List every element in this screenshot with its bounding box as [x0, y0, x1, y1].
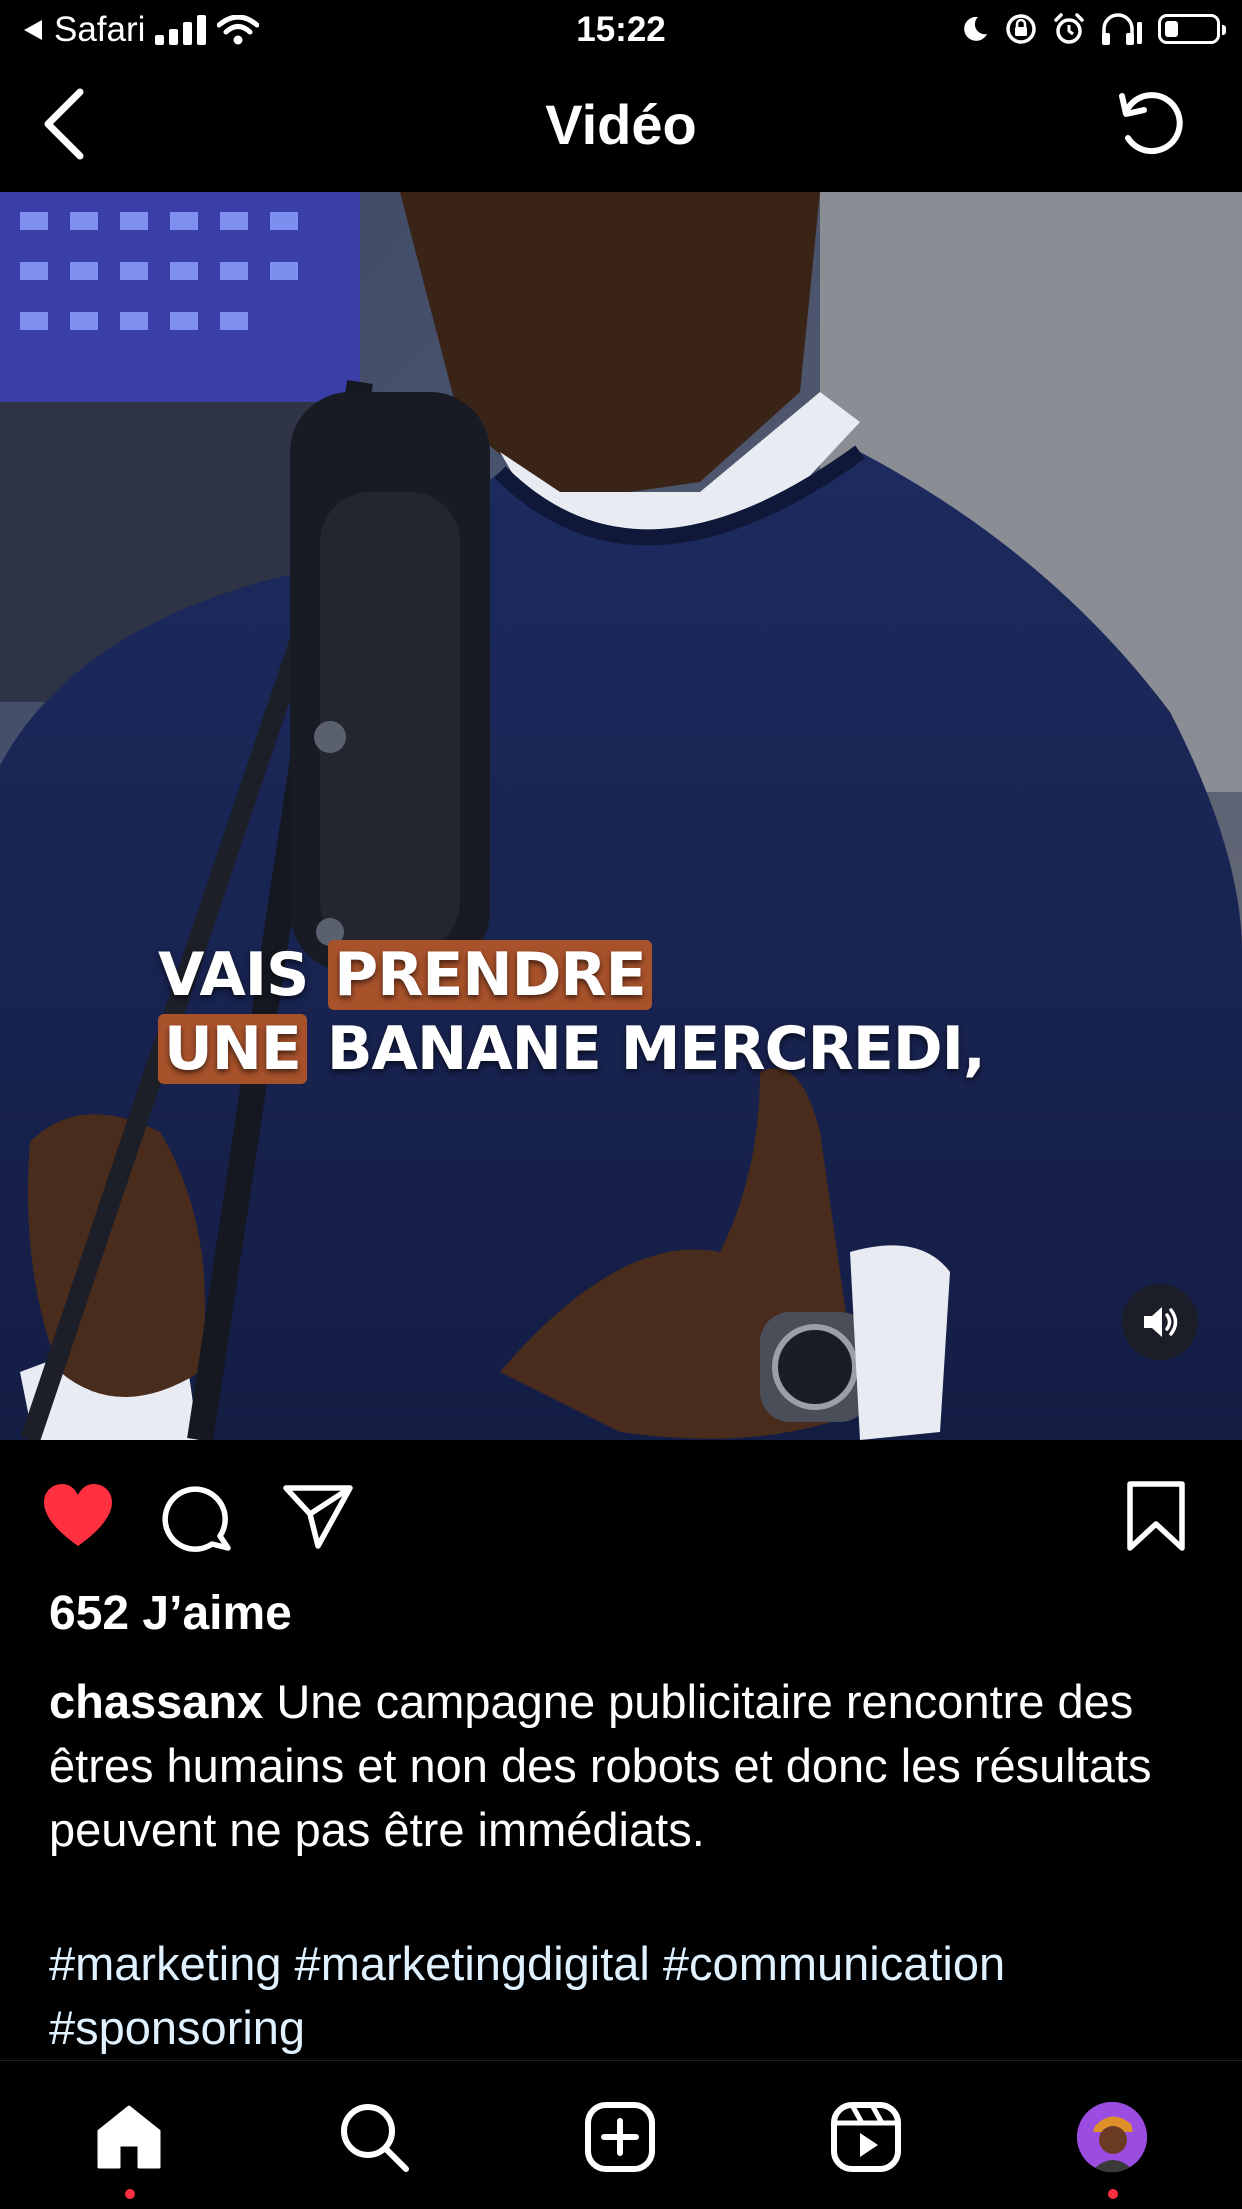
- search-icon: [341, 2104, 409, 2172]
- video-frame: [0, 192, 1242, 1440]
- heart-filled-icon[interactable]: [40, 1480, 116, 1552]
- tab-bar: [0, 2060, 1242, 2209]
- avatar: [1077, 2102, 1147, 2172]
- caption-words: BANANE MERCREDI,: [326, 1014, 986, 1084]
- create-icon: [585, 2102, 655, 2172]
- comment-icon[interactable]: [160, 1480, 236, 1552]
- header: Vidéo: [0, 62, 1242, 192]
- tab-reels[interactable]: [826, 2097, 906, 2177]
- like-count[interactable]: 652 J’aime: [49, 1586, 292, 1641]
- tab-search[interactable]: [334, 2097, 414, 2177]
- video-caption-line-1: VAIS PRENDRE: [158, 940, 652, 1010]
- caption-highlight: UNE: [158, 1014, 307, 1084]
- send-icon[interactable]: [280, 1480, 356, 1552]
- post-username[interactable]: chassanx: [49, 1675, 263, 1728]
- refresh-icon[interactable]: [1112, 84, 1192, 164]
- reels-icon: [831, 2102, 901, 2172]
- rotation-lock-icon: [1006, 14, 1036, 44]
- bookmark-icon[interactable]: [1118, 1480, 1194, 1552]
- tab-home[interactable]: [89, 2097, 169, 2199]
- caption-word: VAIS: [158, 940, 309, 1010]
- video-player[interactable]: VAIS PRENDRE UNE BANANE MERCREDI,: [0, 192, 1242, 1440]
- profile-badge: [1108, 2189, 1118, 2199]
- tab-create[interactable]: [580, 2097, 660, 2177]
- home-icon: [97, 2105, 161, 2169]
- headphones-icon: [1102, 13, 1142, 45]
- home-badge: [125, 2189, 135, 2199]
- post-hashtags[interactable]: #marketing #marketingdigital #communicat…: [49, 1932, 1219, 2060]
- post-caption: chassanx Une campagne publicitaire renco…: [49, 1670, 1209, 1862]
- page-title: Vidéo: [545, 93, 697, 156]
- alarm-icon: [1054, 13, 1084, 44]
- do-not-disturb-icon: [964, 16, 987, 41]
- status-bar: Safari 15:22: [0, 0, 1242, 62]
- battery-icon: [1158, 14, 1226, 44]
- caption-highlight: PRENDRE: [328, 940, 652, 1010]
- tab-profile[interactable]: [1072, 2097, 1152, 2199]
- speaker-icon[interactable]: [1122, 1284, 1198, 1360]
- post-actions: [0, 1470, 1242, 1560]
- video-caption-line-2: UNE BANANE MERCREDI,: [158, 1014, 986, 1084]
